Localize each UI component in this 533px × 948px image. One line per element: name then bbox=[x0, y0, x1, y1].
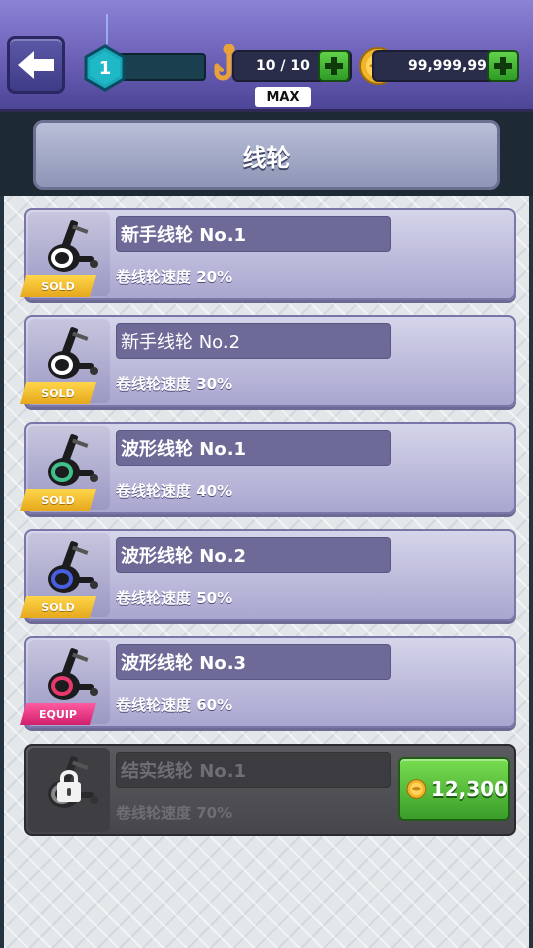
add-coins-button[interactable] bbox=[487, 50, 519, 82]
level-number: 1 bbox=[98, 57, 112, 79]
fishing-reel-icon bbox=[48, 434, 98, 486]
reel-name: 波形线轮 No.2 bbox=[116, 537, 391, 573]
reel-speed: 卷线轮速度 50% bbox=[116, 589, 233, 607]
reel-speed: 卷线轮速度 20% bbox=[116, 268, 233, 286]
sold-badge: SOLD bbox=[20, 489, 96, 511]
buy-button[interactable]: 12,300 bbox=[398, 757, 510, 821]
reel-speed: 卷线轮速度 70% bbox=[116, 804, 233, 822]
top-bar: 1 10 / 10 MAX 99,999,999 bbox=[0, 0, 533, 112]
add-bait-button[interactable] bbox=[318, 50, 350, 82]
reel-name: 波形线轮 No.1 bbox=[116, 430, 391, 466]
back-arrow-icon bbox=[18, 51, 54, 79]
fishing-reel-icon bbox=[48, 648, 98, 700]
plus-icon bbox=[325, 57, 343, 75]
reel-item[interactable]: SOLD 波形线轮 No.2 卷线轮速度 50% bbox=[20, 529, 516, 621]
reel-item[interactable]: SOLD 波形线轮 No.1 卷线轮速度 40% bbox=[20, 422, 516, 514]
lock-icon bbox=[57, 770, 81, 802]
reel-name: 波形线轮 No.3 bbox=[116, 644, 391, 680]
reel-speed: 卷线轮速度 40% bbox=[116, 482, 233, 500]
reel-item[interactable]: SOLD 新手线轮 No.1 卷线轮速度 20% bbox=[20, 208, 516, 300]
reel-speed: 卷线轮速度 60% bbox=[116, 696, 233, 714]
reel-name: 新手线轮 No.2 bbox=[116, 323, 391, 359]
sold-badge: SOLD bbox=[20, 275, 96, 297]
reel-name: 结实线轮 No.1 bbox=[116, 752, 391, 788]
equip-badge: EQUIP bbox=[20, 703, 96, 725]
coin-icon bbox=[406, 779, 427, 799]
plus-icon bbox=[494, 57, 512, 75]
reel-item[interactable]: SOLD 新手线轮 No.2 卷线轮速度 30% bbox=[20, 315, 516, 407]
max-label: MAX bbox=[255, 87, 311, 107]
reel-name: 新手线轮 No.1 bbox=[116, 216, 391, 252]
page-title: 线轮 bbox=[33, 120, 500, 190]
level-indicator-line bbox=[106, 14, 108, 44]
fishing-reel-icon bbox=[48, 220, 98, 272]
reel-list: SOLD 新手线轮 No.1 卷线轮速度 20% SOLD 新手线轮 No.2 … bbox=[0, 196, 533, 948]
level-progress-bar bbox=[116, 53, 206, 81]
price-label: 12,300 bbox=[430, 777, 508, 801]
reel-item-locked[interactable]: 结实线轮 No.1 卷线轮速度 70% 12,300 bbox=[24, 744, 516, 836]
reel-item[interactable]: EQUIP 波形线轮 No.3 卷线轮速度 60% bbox=[20, 636, 516, 728]
sold-badge: SOLD bbox=[20, 382, 96, 404]
fishing-reel-icon bbox=[48, 541, 98, 593]
reel-speed: 卷线轮速度 30% bbox=[116, 375, 233, 393]
sold-badge: SOLD bbox=[20, 596, 96, 618]
reel-thumbnail bbox=[28, 748, 110, 832]
back-button[interactable] bbox=[7, 36, 65, 94]
fishing-reel-icon bbox=[48, 327, 98, 379]
